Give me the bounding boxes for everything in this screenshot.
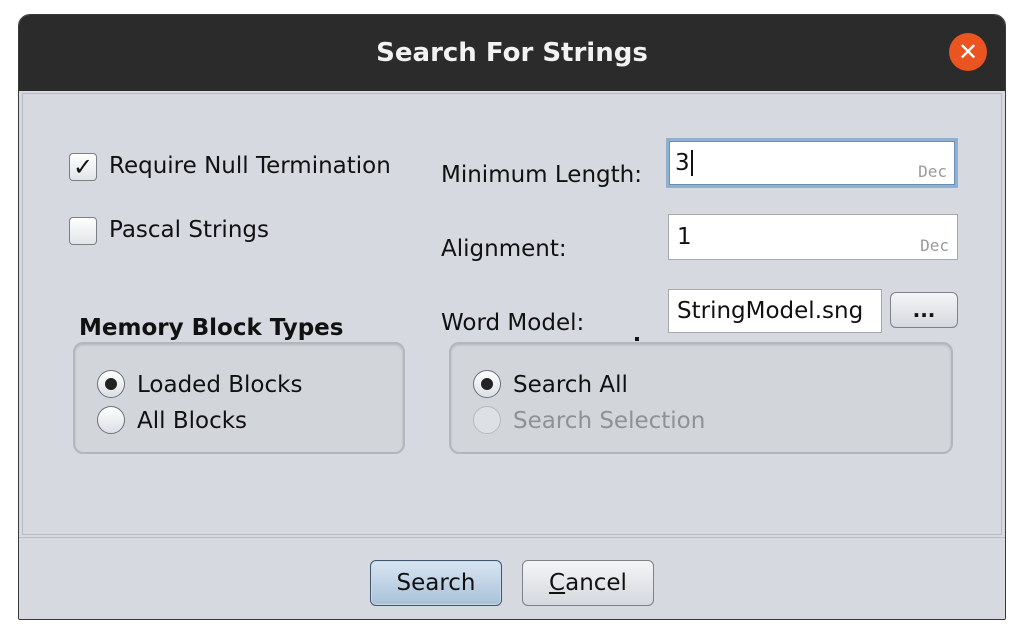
search-all-label[interactable]: Search All: [513, 372, 628, 398]
pascal-strings-label[interactable]: Pascal Strings: [109, 217, 269, 243]
dialog-title: Search For Strings: [376, 38, 648, 68]
close-button[interactable]: ✕: [949, 33, 987, 71]
minimum-length-value: 3: [675, 150, 690, 176]
search-scope-group: [449, 342, 953, 454]
cancel-label-rest: ancel: [565, 570, 627, 596]
dialog-content: ✓ Require Null Termination Pascal String…: [22, 93, 1002, 535]
close-icon: ✕: [957, 38, 979, 66]
cancel-button[interactable]: Cancel: [522, 560, 654, 606]
minimum-length-input[interactable]: 3 Dec: [666, 138, 958, 188]
browse-word-model-button[interactable]: ...: [890, 292, 958, 328]
checkmark-icon: ✓: [72, 153, 94, 181]
word-model-value: StringModel.sng: [677, 298, 864, 324]
loaded-blocks-label[interactable]: Loaded Blocks: [137, 372, 302, 398]
text-caret: [690, 150, 693, 176]
all-blocks-radio[interactable]: [97, 406, 125, 434]
alignment-value: 1: [677, 224, 692, 250]
alignment-input[interactable]: 1 Dec: [668, 214, 958, 260]
minimum-length-radix: Dec: [918, 162, 947, 181]
word-model-input[interactable]: StringModel.sng: [668, 289, 882, 333]
alignment-radix: Dec: [920, 236, 949, 255]
memory-block-types-group: [73, 342, 405, 454]
minimum-length-label: Minimum Length:: [441, 162, 642, 188]
word-model-label: Word Model:: [441, 310, 585, 336]
radio-selected-dot: [481, 378, 493, 390]
radio-selected-dot: [105, 378, 117, 390]
separator-dot: [635, 337, 639, 341]
all-blocks-label[interactable]: All Blocks: [137, 408, 247, 434]
search-button-label: Search: [396, 570, 476, 596]
search-strings-dialog: Search For Strings ✕ ✓ Require Null Term…: [18, 14, 1006, 620]
search-all-radio[interactable]: [473, 370, 501, 398]
pascal-strings-checkbox[interactable]: [69, 217, 97, 245]
ellipsis-icon: ...: [912, 298, 936, 322]
cancel-button-label: Cancel: [549, 570, 627, 596]
loaded-blocks-radio[interactable]: [97, 370, 125, 398]
null-termination-checkbox[interactable]: ✓: [69, 153, 97, 181]
search-selection-label: Search Selection: [513, 408, 706, 434]
search-selection-radio: [473, 406, 501, 434]
cancel-mnemonic: C: [549, 570, 566, 596]
dialog-footer: Search Cancel: [19, 537, 1005, 619]
memory-block-types-heading: Memory Block Types: [79, 315, 344, 341]
null-termination-label[interactable]: Require Null Termination: [109, 153, 391, 179]
alignment-label: Alignment:: [441, 236, 567, 262]
title-bar[interactable]: Search For Strings ✕: [19, 15, 1005, 91]
search-button[interactable]: Search: [370, 560, 502, 606]
